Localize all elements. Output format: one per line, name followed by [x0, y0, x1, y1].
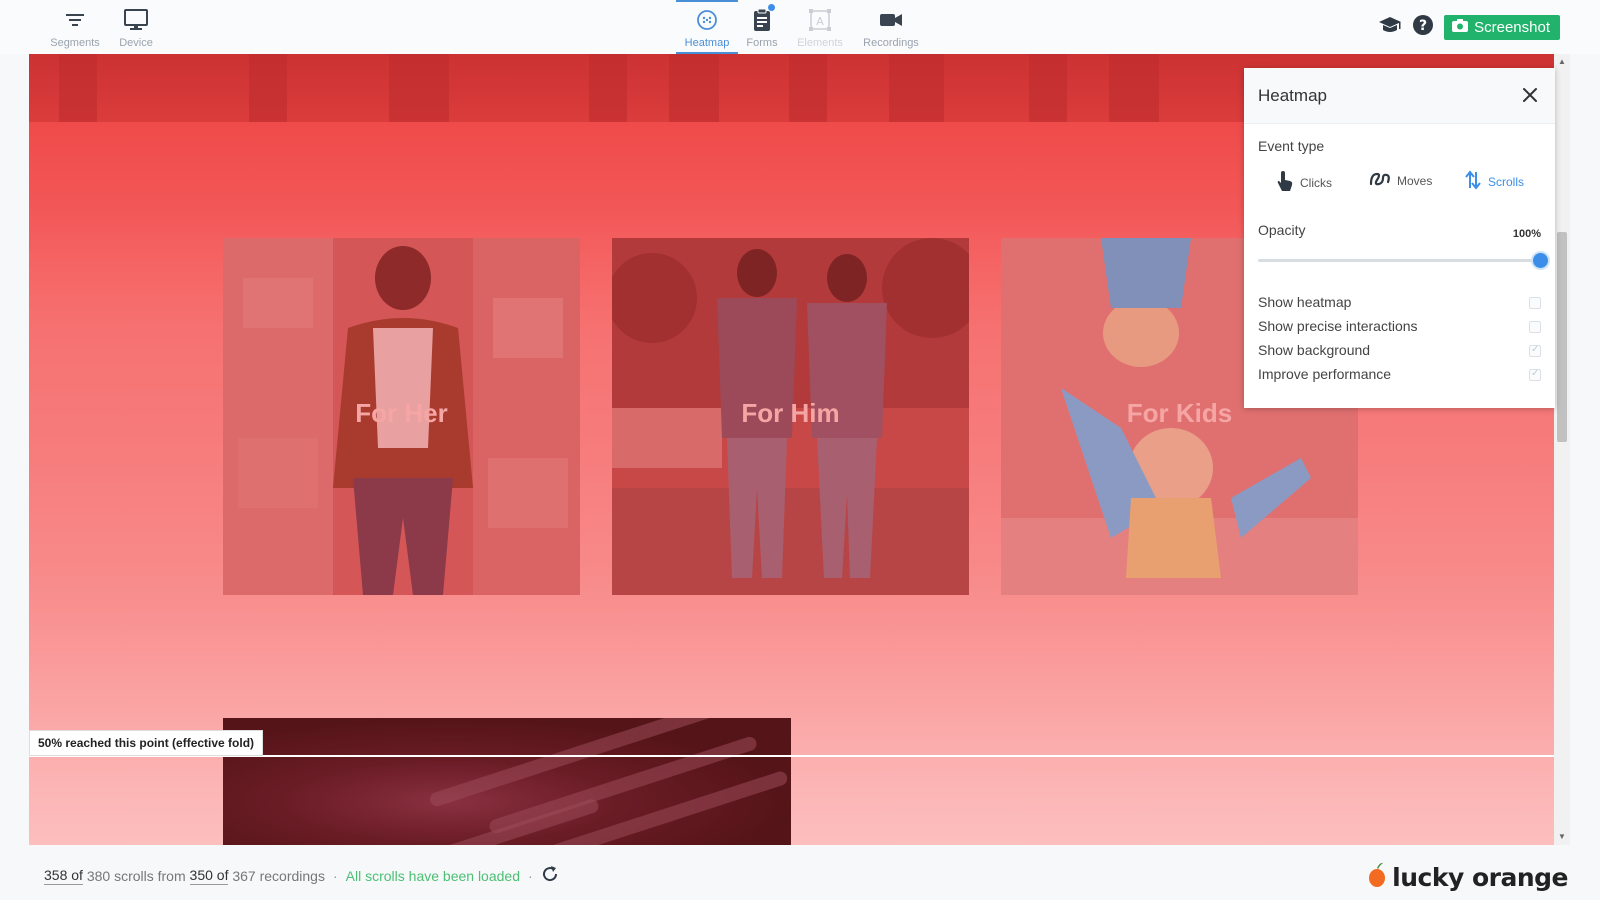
option-show-background[interactable]: Show background — [1258, 342, 1541, 362]
recordings-tab-label: Recordings — [863, 37, 919, 49]
monitor-icon — [104, 6, 168, 34]
help-icon[interactable]: ? — [1412, 14, 1434, 41]
event-type-label: Event type — [1258, 138, 1325, 154]
separator: · — [528, 867, 533, 884]
opacity-slider-handle[interactable] — [1533, 253, 1548, 268]
option-background-label: Show background — [1258, 342, 1371, 358]
recordings-count[interactable]: 350 of — [189, 867, 229, 885]
lower-hero-image — [223, 718, 791, 845]
svg-text:?: ? — [1419, 18, 1427, 34]
event-clicks-option[interactable]: Clicks — [1276, 170, 1332, 195]
option-show-precise-interactions[interactable]: Show precise interactions — [1258, 318, 1541, 338]
lucky-orange-logo: lucky orange — [1368, 861, 1568, 893]
event-clicks-label: Clicks — [1300, 175, 1332, 190]
device-label: Device — [119, 37, 153, 49]
scrolls-total: 380 scrolls from — [86, 867, 186, 884]
scrolls-count[interactable]: 358 of — [44, 867, 83, 885]
show-heatmap-checkbox[interactable] — [1529, 297, 1541, 309]
show-background-checkbox[interactable] — [1529, 344, 1541, 357]
scroll-up-arrow-icon[interactable]: ▲ — [1554, 54, 1570, 70]
device-button[interactable]: Device — [104, 6, 168, 49]
segments-button[interactable]: Segments — [43, 6, 107, 49]
elements-tab-label: Elements — [797, 37, 843, 49]
forms-tab-label: Forms — [746, 37, 778, 49]
camera-icon — [1452, 19, 1469, 36]
refresh-icon[interactable] — [541, 865, 559, 886]
category-card-her[interactable]: For Her — [223, 238, 580, 595]
opacity-label: Opacity — [1258, 222, 1306, 238]
segments-label: Segments — [50, 37, 100, 49]
separator: · — [332, 867, 338, 884]
card-caption-him: For Him — [741, 398, 840, 428]
option-performance-label: Improve performance — [1258, 366, 1392, 382]
tab-recordings[interactable]: Recordings — [859, 6, 923, 49]
scrollbar-thumb[interactable] — [1557, 232, 1567, 442]
opacity-slider[interactable] — [1258, 253, 1548, 268]
show-precise-interactions-checkbox[interactable] — [1529, 321, 1541, 333]
squiggle-icon — [1369, 170, 1391, 191]
tab-forms[interactable]: Forms — [730, 4, 794, 49]
event-scrolls-option[interactable]: Scrolls — [1464, 170, 1524, 193]
toolbar-right: ? Screenshot — [1378, 14, 1560, 41]
svg-text:A: A — [816, 15, 824, 28]
footer-bar: 358 of 380 scrolls from 350 of 367 recor… — [0, 845, 1600, 900]
event-moves-option[interactable]: Moves — [1369, 170, 1432, 191]
heatmap-settings-panel: Heatmap Event type Clicks Moves Scrolls … — [1244, 68, 1555, 408]
viewport-scrollbar[interactable]: ▲ ▼ — [1554, 54, 1570, 845]
scroll-down-arrow-icon[interactable]: ▼ — [1554, 829, 1570, 845]
event-scrolls-label: Scrolls — [1488, 174, 1525, 189]
graduation-cap-icon[interactable] — [1378, 15, 1402, 40]
screenshot-button[interactable]: Screenshot — [1444, 15, 1560, 40]
option-show-heatmap[interactable]: Show heatmap — [1258, 294, 1541, 314]
close-icon[interactable] — [1519, 84, 1541, 106]
effective-fold-label: 50% reached this point (effective fold) — [29, 730, 264, 756]
scroll-arrows-icon — [1464, 170, 1482, 193]
orange-fruit-icon — [1368, 861, 1386, 893]
brand-name: lucky orange — [1392, 862, 1568, 892]
category-card-him[interactable]: For Him — [612, 238, 969, 595]
option-precise-label: Show precise interactions — [1258, 318, 1418, 334]
clipboard-icon — [730, 6, 794, 34]
screenshot-label: Screenshot — [1474, 19, 1550, 36]
top-toolbar: Segments Device Heatmap Forms A Elements… — [0, 0, 1600, 54]
event-moves-label: Moves — [1397, 173, 1433, 188]
recordings-total: 367 recordings — [232, 867, 325, 884]
video-camera-icon — [859, 6, 923, 34]
elements-icon: A — [788, 6, 852, 34]
pointer-icon — [1276, 170, 1294, 195]
panel-header: Heatmap — [1244, 68, 1555, 124]
forms-notification-dot — [768, 4, 775, 11]
scroll-stats: 358 of 380 scrolls from 350 of 367 recor… — [44, 865, 559, 886]
panel-title: Heatmap — [1258, 86, 1327, 105]
opacity-value: 100% — [1512, 228, 1541, 240]
tab-elements[interactable]: A Elements — [788, 6, 852, 49]
filter-icon — [43, 6, 107, 34]
loaded-status: All scrolls have been loaded — [345, 867, 520, 884]
card-caption-her: For Her — [355, 398, 448, 428]
improve-performance-checkbox[interactable] — [1529, 368, 1541, 381]
option-show-heatmap-label: Show heatmap — [1258, 294, 1352, 310]
option-improve-performance[interactable]: Improve performance — [1258, 366, 1541, 386]
